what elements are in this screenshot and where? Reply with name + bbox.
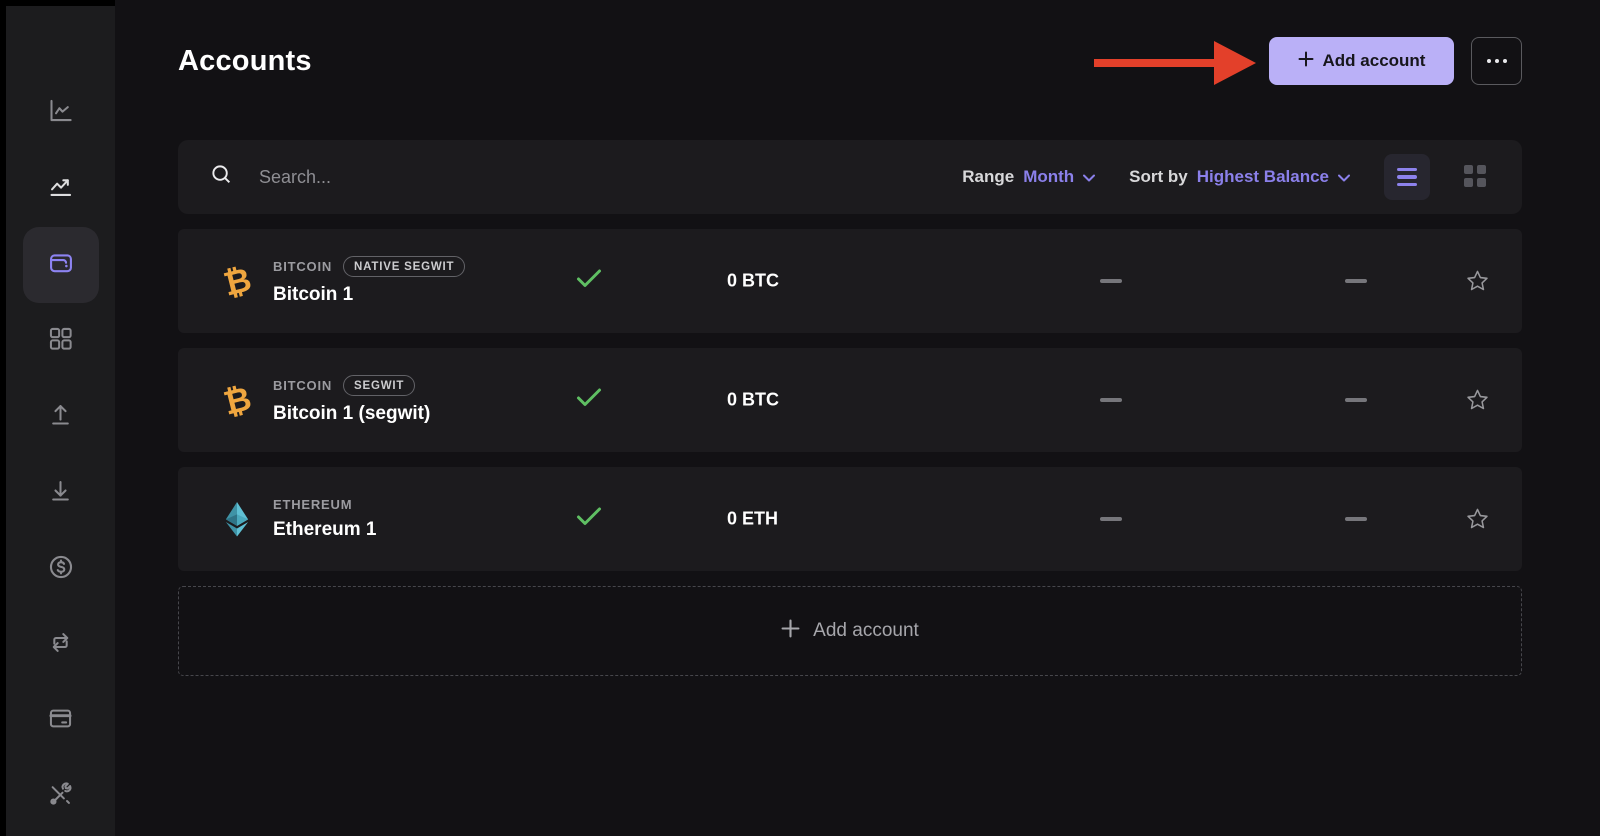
range-label: Range bbox=[962, 167, 1014, 187]
sidebar-item-accounts[interactable] bbox=[23, 227, 99, 303]
accounts-toolbar: Range Month Sort by Highest Balance bbox=[178, 140, 1522, 214]
countervalue-placeholder bbox=[1100, 279, 1122, 283]
currency-name: BITCOIN bbox=[273, 259, 332, 274]
account-name: Bitcoin 1 (segwit) bbox=[273, 403, 430, 425]
range-value: Month bbox=[1023, 167, 1074, 187]
countervalue-placeholder bbox=[1100, 517, 1122, 521]
list-view-toggle[interactable] bbox=[1384, 154, 1430, 200]
derivation-badge: NATIVE SEGWIT bbox=[343, 256, 465, 277]
page-header: Accounts Add account bbox=[178, 36, 1522, 86]
sidebar bbox=[6, 6, 115, 836]
apps-grid-icon bbox=[47, 325, 74, 357]
countervalue-placeholder bbox=[1100, 398, 1122, 402]
tools-icon bbox=[47, 781, 74, 813]
currency-name: BITCOIN bbox=[273, 378, 332, 393]
app-window: Accounts Add account bbox=[0, 0, 1600, 836]
account-name: Bitcoin 1 bbox=[273, 284, 465, 306]
sidebar-item-experimental[interactable] bbox=[23, 759, 99, 835]
account-info: ETHEREUM Ethereum 1 bbox=[273, 497, 376, 541]
account-balance: 0 BTC bbox=[727, 390, 779, 411]
grid-view-toggle[interactable] bbox=[1464, 165, 1488, 189]
page-title: Accounts bbox=[178, 45, 312, 78]
sort-value: Highest Balance bbox=[1197, 167, 1329, 187]
change-placeholder bbox=[1345, 398, 1367, 402]
star-icon[interactable] bbox=[1466, 508, 1489, 530]
synced-check-icon bbox=[576, 388, 602, 413]
more-options-button[interactable] bbox=[1471, 37, 1522, 85]
account-row-bitcoin-1-segwit[interactable]: ₿ BITCOIN SEGWIT Bitcoin 1 (segwit) 0 BT… bbox=[178, 348, 1522, 452]
arrow-up-from-line-icon bbox=[47, 401, 74, 433]
swap-arrows-icon bbox=[47, 629, 74, 661]
bitcoin-icon: ₿ bbox=[218, 384, 256, 417]
ellipsis-icon bbox=[1487, 59, 1507, 63]
sidebar-item-buy-sell[interactable] bbox=[23, 531, 99, 607]
sidebar-item-swap[interactable] bbox=[23, 607, 99, 683]
account-info: BITCOIN SEGWIT Bitcoin 1 (segwit) bbox=[273, 375, 430, 425]
sort-label: Sort by bbox=[1129, 167, 1188, 187]
chevron-down-icon bbox=[1083, 167, 1095, 187]
add-account-button[interactable]: Add account bbox=[1269, 37, 1454, 85]
arrow-down-to-line-icon bbox=[47, 477, 74, 509]
portfolio-chart-icon bbox=[47, 97, 74, 129]
account-row-ethereum-1[interactable]: ETHEREUM Ethereum 1 0 ETH bbox=[178, 467, 1522, 571]
change-placeholder bbox=[1345, 279, 1367, 283]
account-row-bitcoin-1[interactable]: ₿ BITCOIN NATIVE SEGWIT Bitcoin 1 0 BTC bbox=[178, 229, 1522, 333]
search-icon bbox=[210, 163, 233, 191]
main-content: Accounts Add account bbox=[115, 0, 1600, 836]
sort-dropdown[interactable]: Sort by Highest Balance bbox=[1129, 167, 1350, 187]
derivation-badge: SEGWIT bbox=[343, 375, 415, 396]
change-placeholder bbox=[1345, 517, 1367, 521]
plus-icon bbox=[1298, 51, 1314, 72]
add-account-row-button[interactable]: Add account bbox=[178, 586, 1522, 676]
plus-icon bbox=[781, 619, 800, 644]
account-balance: 0 ETH bbox=[727, 509, 778, 530]
search-input[interactable] bbox=[259, 167, 962, 188]
account-name: Ethereum 1 bbox=[273, 519, 376, 541]
sidebar-item-portfolio[interactable] bbox=[23, 75, 99, 151]
star-icon[interactable] bbox=[1466, 270, 1489, 292]
sidebar-item-market[interactable] bbox=[23, 151, 99, 227]
toolbar-controls: Range Month Sort by Highest Balance bbox=[962, 154, 1488, 200]
synced-check-icon bbox=[576, 507, 602, 532]
chevron-down-icon bbox=[1338, 167, 1350, 187]
wallet-icon bbox=[47, 249, 75, 282]
sidebar-item-card[interactable] bbox=[23, 683, 99, 759]
bitcoin-icon: ₿ bbox=[218, 265, 256, 298]
sidebar-item-receive[interactable] bbox=[23, 455, 99, 531]
currency-name: ETHEREUM bbox=[273, 497, 352, 512]
header-actions: Add account bbox=[1269, 37, 1522, 85]
dollar-circle-icon bbox=[47, 553, 75, 586]
ethereum-icon bbox=[218, 501, 256, 537]
range-dropdown[interactable]: Range Month bbox=[962, 167, 1095, 187]
account-info: BITCOIN NATIVE SEGWIT Bitcoin 1 bbox=[273, 256, 465, 306]
list-view-icon bbox=[1397, 168, 1417, 187]
synced-check-icon bbox=[576, 269, 602, 294]
account-balance: 0 BTC bbox=[727, 271, 779, 292]
card-icon bbox=[47, 705, 74, 737]
sidebar-item-send[interactable] bbox=[23, 379, 99, 455]
market-chart-icon bbox=[47, 173, 74, 205]
sidebar-item-discover[interactable] bbox=[23, 303, 99, 379]
add-account-row-label: Add account bbox=[813, 620, 919, 642]
star-icon[interactable] bbox=[1466, 389, 1489, 411]
add-account-button-label: Add account bbox=[1323, 51, 1426, 71]
